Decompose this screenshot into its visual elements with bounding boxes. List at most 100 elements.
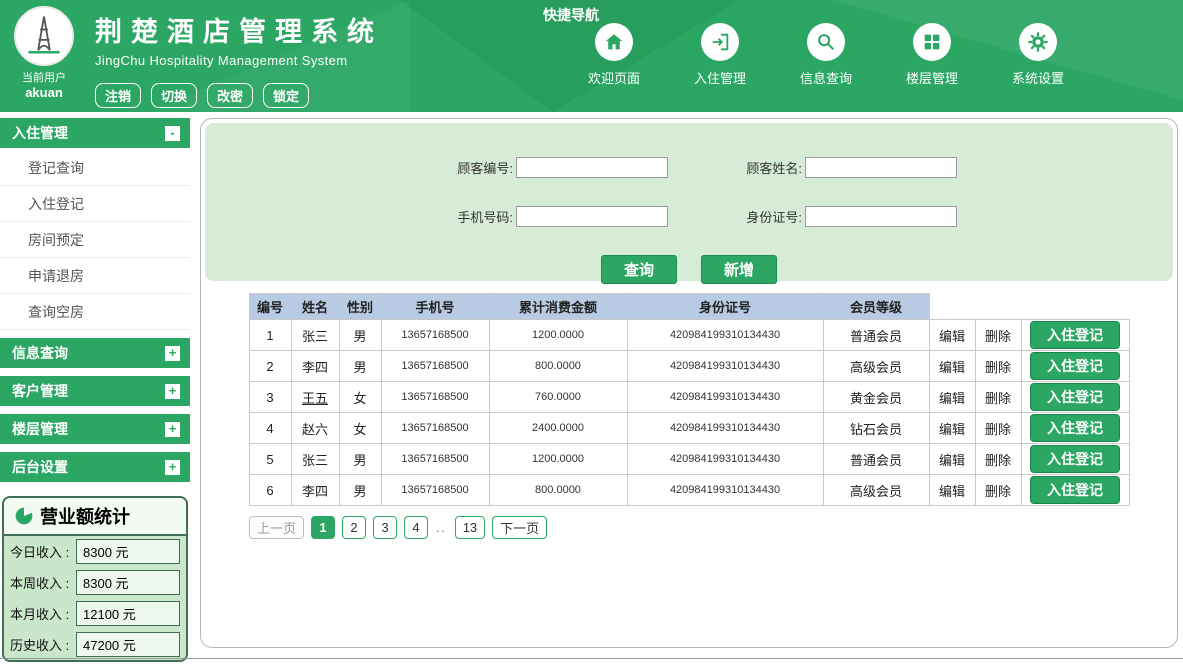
lock-button[interactable]: 锁定 — [263, 83, 309, 108]
pie-chart-icon — [14, 506, 34, 526]
cell-member-level: 黄金会员 — [823, 382, 929, 413]
logout-button[interactable]: 注销 — [95, 83, 141, 108]
cell-name: 张三 — [291, 444, 339, 475]
sidebar-item-checkin-register[interactable]: 入住登记 — [0, 186, 190, 222]
page-button-13[interactable]: 13 — [455, 516, 485, 539]
search-icon — [807, 23, 845, 61]
col-header-index: 编号 — [249, 294, 291, 320]
delete-link[interactable]: 删除 — [985, 484, 1011, 499]
cell-index: 5 — [249, 444, 291, 475]
customers-table: 编号 姓名 性别 手机号 累计消费金额 身份证号 会员等级 1 张三 男 — [249, 293, 1130, 506]
edit-link[interactable]: 编辑 — [939, 453, 965, 468]
cell-amount: 800.0000 — [489, 351, 627, 382]
col-header-empty — [975, 294, 1021, 320]
checkin-button[interactable]: 入住登记 — [1030, 414, 1120, 442]
checkin-button[interactable]: 入住登记 — [1030, 352, 1120, 380]
app-subtitle: JingChu Hospitality Management System — [95, 53, 383, 68]
sidebar-item-vacant-rooms[interactable]: 查询空房 — [0, 294, 190, 330]
next-page-button[interactable]: 下一页 — [492, 516, 547, 539]
prev-page-button[interactable]: 上一页 — [249, 516, 304, 539]
sidebar-menu-header-checkin-management[interactable]: 入住管理 - — [0, 118, 190, 148]
nav-item-welcome[interactable]: 欢迎页面 — [565, 23, 663, 87]
nav-item-label: 信息查询 — [777, 68, 875, 87]
sidebar-menu-backend-settings: 后台设置 + — [0, 452, 190, 482]
revenue-label: 历史收入 : — [10, 635, 76, 654]
sidebar-item-room-reservation[interactable]: 房间预定 — [0, 222, 190, 258]
cell-index: 1 — [249, 320, 291, 351]
sidebar-menu-header-info-query[interactable]: 信息查询 + — [0, 338, 190, 368]
cell-member-level: 高级会员 — [823, 475, 929, 506]
pagination-ellipsis: .. — [436, 521, 447, 535]
query-button[interactable]: 查询 — [601, 255, 677, 284]
checkin-button[interactable]: 入住登记 — [1030, 383, 1120, 411]
delete-link[interactable]: 删除 — [985, 329, 1011, 344]
table-header-row: 编号 姓名 性别 手机号 累计消费金额 身份证号 会员等级 — [249, 294, 1129, 320]
menu-header-label: 客户管理 — [12, 381, 68, 401]
nav-item-floor-management[interactable]: 楼层管理 — [883, 23, 981, 87]
sidebar-menu-header-floor-management[interactable]: 楼层管理 + — [0, 414, 190, 444]
page-content: 入住管理 - 登记查询 入住登记 房间预定 申请退房 查询空房 信息查询 + 客… — [0, 118, 1183, 662]
page-button-3[interactable]: 3 — [373, 516, 397, 539]
sidebar-menu-customer-management: 客户管理 + — [0, 376, 190, 406]
checkin-button[interactable]: 入住登记 — [1030, 476, 1120, 504]
gear-icon — [1019, 23, 1057, 61]
customer-name-input[interactable] — [805, 157, 957, 178]
app-header: 当前用户 akuan 荆楚酒店管理系统 JingChu Hospitality … — [0, 0, 1183, 112]
expand-icon[interactable]: + — [165, 384, 180, 399]
nav-item-label: 欢迎页面 — [565, 68, 663, 87]
sidebar-menu-header-customer-management[interactable]: 客户管理 + — [0, 376, 190, 406]
menu-header-label: 信息查询 — [12, 343, 68, 363]
nav-item-system-settings[interactable]: 系统设置 — [989, 23, 1087, 87]
delete-link[interactable]: 删除 — [985, 422, 1011, 437]
expand-icon[interactable]: + — [165, 422, 180, 437]
cell-edit: 编辑 — [929, 382, 975, 413]
cell-amount: 1200.0000 — [489, 444, 627, 475]
nav-item-info-query[interactable]: 信息查询 — [777, 23, 875, 87]
switch-user-button[interactable]: 切换 — [151, 83, 197, 108]
current-username: akuan — [10, 85, 78, 100]
revenue-row-history: 历史收入 : 47200 元 — [4, 629, 186, 660]
cell-idcard: 420984199310134430 — [627, 351, 823, 382]
id-card-input[interactable] — [805, 206, 957, 227]
delete-link[interactable]: 删除 — [985, 453, 1011, 468]
edit-link[interactable]: 编辑 — [939, 391, 965, 406]
edit-link[interactable]: 编辑 — [939, 329, 965, 344]
cell-gender: 女 — [339, 413, 381, 444]
edit-link[interactable]: 编辑 — [939, 422, 965, 437]
sidebar-menu-header-backend-settings[interactable]: 后台设置 + — [0, 452, 190, 482]
sidebar-item-registration-query[interactable]: 登记查询 — [0, 150, 190, 186]
expand-icon[interactable]: + — [165, 346, 180, 361]
table-row: 6 李四 男 13657168500 800.0000 420984199310… — [249, 475, 1129, 506]
sidebar-item-checkout-request[interactable]: 申请退房 — [0, 258, 190, 294]
checkin-button[interactable]: 入住登记 — [1030, 445, 1120, 473]
edit-link[interactable]: 编辑 — [939, 360, 965, 375]
col-header-empty — [929, 294, 975, 320]
checkin-button[interactable]: 入住登记 — [1030, 321, 1120, 349]
delete-link[interactable]: 删除 — [985, 391, 1011, 406]
cell-name: 张三 — [291, 320, 339, 351]
cell-name: 李四 — [291, 475, 339, 506]
app-title: 荆楚酒店管理系统 — [95, 10, 383, 49]
nav-item-checkin-management[interactable]: 入住管理 — [671, 23, 769, 87]
page-button-1[interactable]: 1 — [311, 516, 335, 539]
cell-gender: 女 — [339, 382, 381, 413]
add-new-button[interactable]: 新增 — [701, 255, 777, 284]
page-button-2[interactable]: 2 — [342, 516, 366, 539]
cell-delete: 删除 — [975, 320, 1021, 351]
cell-member-level: 普通会员 — [823, 444, 929, 475]
sidebar: 入住管理 - 登记查询 入住登记 房间预定 申请退房 查询空房 信息查询 + 客… — [0, 118, 190, 662]
nav-item-label: 系统设置 — [989, 68, 1087, 87]
edit-link[interactable]: 编辑 — [939, 484, 965, 499]
cell-phone: 13657168500 — [381, 444, 489, 475]
cell-name[interactable]: 王五 — [291, 382, 339, 413]
revenue-label: 本周收入 : — [10, 573, 76, 592]
phone-input[interactable] — [516, 206, 668, 227]
expand-icon[interactable]: + — [165, 460, 180, 475]
change-password-button[interactable]: 改密 — [207, 83, 253, 108]
delete-link[interactable]: 删除 — [985, 360, 1011, 375]
nav-item-label: 入住管理 — [671, 68, 769, 87]
customer-id-input[interactable] — [516, 157, 668, 178]
collapse-icon[interactable]: - — [165, 126, 180, 141]
page-button-4[interactable]: 4 — [404, 516, 428, 539]
logo-block: 当前用户 akuan — [10, 6, 78, 100]
